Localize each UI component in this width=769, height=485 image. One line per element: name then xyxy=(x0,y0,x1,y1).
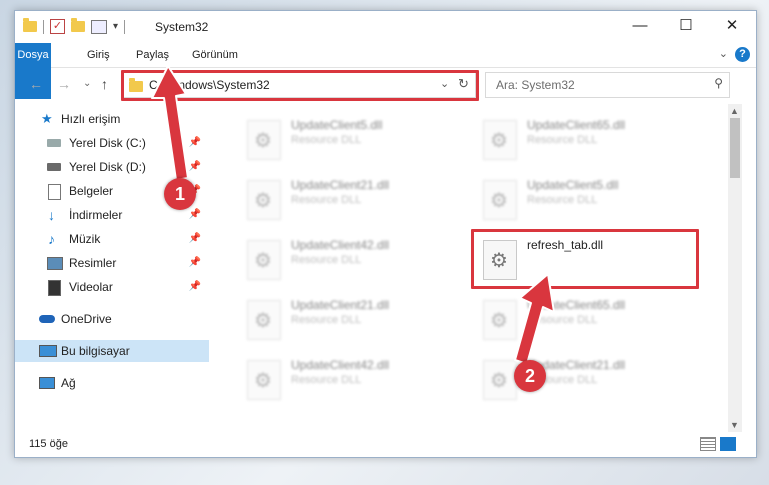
arrow-1 xyxy=(151,65,189,181)
step-badge-2: 2 xyxy=(514,360,546,392)
step-badge-1: 1 xyxy=(164,178,196,210)
annotation-arrows xyxy=(151,65,555,365)
arrow-2 xyxy=(514,273,555,365)
